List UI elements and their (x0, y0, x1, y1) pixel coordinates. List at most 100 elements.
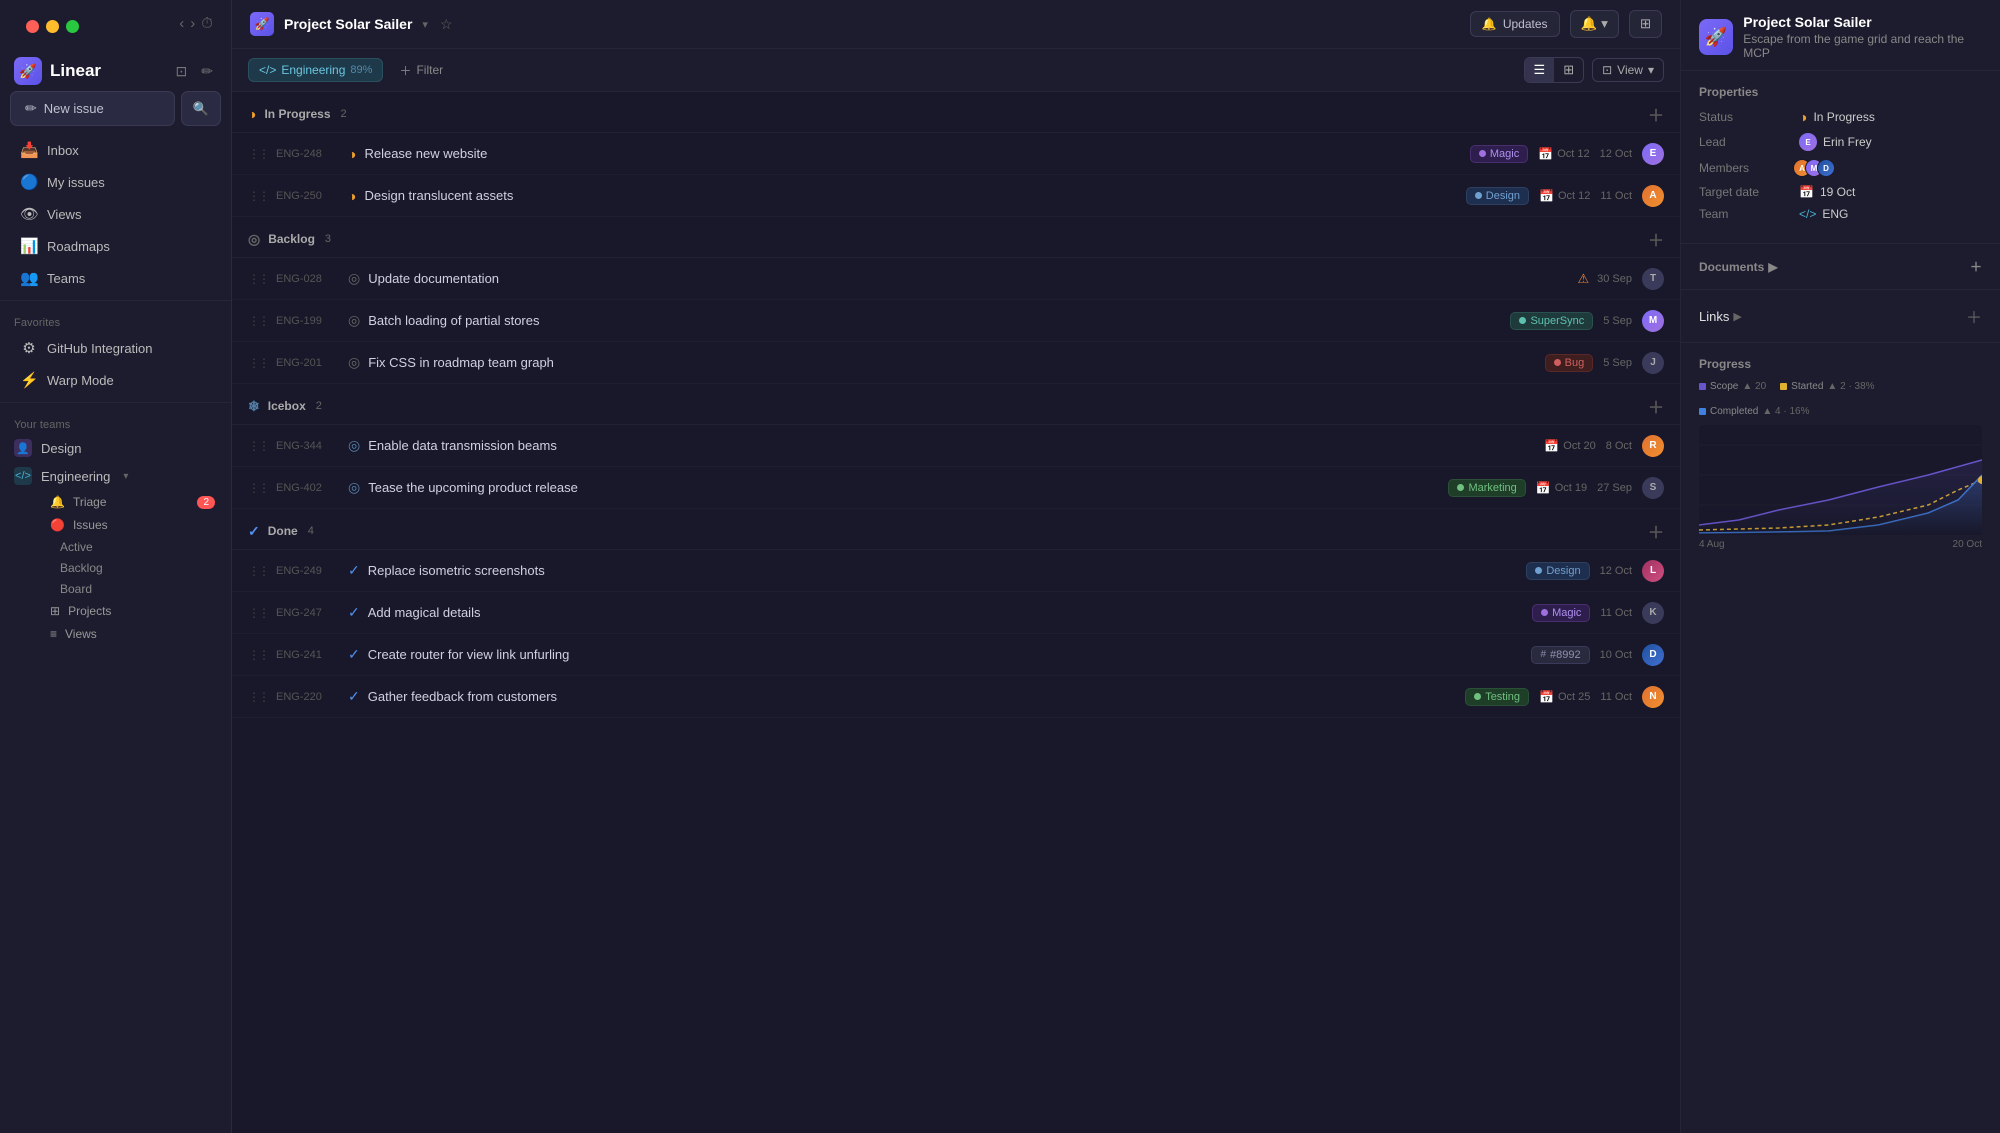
app-name-text: Linear (50, 61, 101, 81)
forward-icon[interactable]: › (190, 15, 195, 32)
sidebar-team-design[interactable]: 👤 Design (0, 434, 231, 462)
issue-row-eng201[interactable]: ⋮⋮ ENG-201 ◎ Fix CSS in roadmap team gra… (232, 342, 1680, 384)
notification-button[interactable]: 🔔 ▾ (1570, 10, 1619, 38)
tag-marketing-402: Marketing (1448, 479, 1525, 497)
views-eng-icon: ≡ (50, 627, 57, 641)
chart-end-date: 20 Oct (1953, 539, 1982, 550)
updates-button[interactable]: 🔔 Updates (1470, 11, 1560, 37)
date2-eng344: 8 Oct (1606, 440, 1632, 452)
issue-row-eng241[interactable]: ⋮⋮ ENG-241 ✓ Create router for view link… (232, 634, 1680, 676)
your-teams-label: Your teams (0, 409, 231, 434)
close-button[interactable] (26, 20, 39, 33)
sidebar-item-github[interactable]: ⚙ GitHub Integration (6, 333, 225, 363)
layout-toggle-button[interactable]: ⊞ (1629, 10, 1662, 38)
sidebar-toggle-btn[interactable]: ⊡ (172, 61, 192, 82)
issue-row-eng199[interactable]: ⋮⋮ ENG-199 ◎ Batch loading of partial st… (232, 300, 1680, 342)
legend-completed: Completed ▲ 4 · 16% (1699, 406, 1810, 417)
filter-label: Filter (416, 63, 443, 77)
add-done-button[interactable]: ＋ (1648, 519, 1664, 543)
sidebar-item-board[interactable]: Board (46, 579, 225, 599)
issue-id-eng248: ENG-248 (276, 148, 348, 160)
chart-dates: 4 Aug 20 Oct (1699, 539, 1982, 550)
sidebar-item-views-eng[interactable]: ≡ Views (40, 623, 225, 645)
project-chevron[interactable]: ▾ (422, 18, 428, 31)
avatar-eng241: D (1642, 644, 1664, 666)
sidebar-item-inbox[interactable]: 📥 Inbox (6, 135, 225, 165)
views-eng-label: Views (65, 627, 97, 641)
group-header-backlog: ◎ Backlog 3 ＋ (232, 217, 1680, 258)
issue-row-eng344[interactable]: ⋮⋮ ENG-344 ◎ Enable data transmission be… (232, 425, 1680, 467)
sidebar-item-teams[interactable]: 👥 Teams (6, 263, 225, 293)
sidebar-item-triage[interactable]: 🔔 Triage 2 (40, 491, 225, 513)
progress-section: Progress Scope ▲ 20 Started ▲ 2 · 38% Co… (1681, 343, 2000, 564)
search-button[interactable]: 🔍 (181, 91, 221, 126)
new-issue-label: New issue (44, 101, 104, 116)
sidebar-item-my-issues[interactable]: 🔵 My issues (6, 167, 225, 197)
scope-legend-sub: ▲ 20 (1742, 381, 1766, 392)
sidebar-item-backlog[interactable]: Backlog (46, 558, 225, 578)
date2-eng249: 12 Oct (1600, 565, 1632, 577)
issue-row-eng247[interactable]: ⋮⋮ ENG-247 ✓ Add magical details Magic 1… (232, 592, 1680, 634)
tag-magic-247: Magic (1532, 604, 1590, 622)
github-icon: ⚙ (20, 339, 38, 357)
issue-id-eng344: ENG-344 (276, 440, 348, 452)
engineering-filter-badge[interactable]: </> Engineering 89% (248, 58, 383, 82)
view-mode-buttons: ☰ ⊞ (1524, 57, 1585, 83)
back-icon[interactable]: ‹ (179, 15, 184, 32)
history-icon[interactable]: ⏱ (201, 15, 213, 32)
lead-prop-label: Lead (1699, 135, 1799, 149)
sidebar-item-warp[interactable]: ⚡ Warp Mode (6, 365, 225, 395)
date2-eng247: 11 Oct (1600, 607, 1632, 619)
scope-legend-dot (1699, 383, 1706, 390)
status-icon-eng247: ✓ (348, 604, 360, 621)
new-issue-button[interactable]: ✏ New issue (10, 91, 175, 126)
drag-handle: ⋮⋮ (248, 564, 268, 578)
compose-btn[interactable]: ✏ (197, 61, 217, 82)
issue-row-eng402[interactable]: ⋮⋮ ENG-402 ◎ Tease the upcoming product … (232, 467, 1680, 509)
backlog-group-label: Backlog (268, 232, 315, 246)
sidebar-item-active[interactable]: Active (46, 537, 225, 557)
drag-handle: ⋮⋮ (248, 648, 268, 662)
documents-arrow[interactable]: ▶ (1768, 260, 1777, 274)
issue-row-eng250[interactable]: ⋮⋮ ENG-250 ◑ Design translucent assets D… (232, 175, 1680, 217)
tag-supersync-199: SuperSync (1510, 312, 1593, 330)
filter-button[interactable]: ＋ Filter (391, 58, 451, 83)
sidebar-item-issues[interactable]: 🔴 Issues (40, 514, 225, 536)
add-icebox-button[interactable]: ＋ (1648, 394, 1664, 418)
fullscreen-button[interactable] (66, 20, 79, 33)
view-options-button[interactable]: ⊡ View ▾ (1592, 58, 1664, 82)
sidebar-team-engineering[interactable]: </> Engineering ▾ (0, 462, 231, 490)
date2-eng220: 11 Oct (1600, 691, 1632, 703)
main-content: 🚀 Project Solar Sailer ▾ ☆ 🔔 Updates 🔔 ▾… (232, 0, 1680, 1133)
issue-row-eng248[interactable]: ⋮⋮ ENG-248 ◑ Release new website Magic 📅… (232, 133, 1680, 175)
links-arrow[interactable]: ▶ (1733, 310, 1741, 323)
status-prop-label: Status (1699, 110, 1799, 124)
sidebar-item-roadmaps[interactable]: 📊 Roadmaps (6, 231, 225, 261)
sidebar-item-projects[interactable]: ⊞ Projects (40, 600, 225, 622)
views-label: Views (47, 207, 81, 222)
nav-arrows: ‹ › ⏱ (179, 15, 221, 32)
minimize-button[interactable] (46, 20, 59, 33)
add-inprogress-button[interactable]: ＋ (1648, 102, 1664, 126)
traffic-lights (10, 6, 95, 41)
add-document-button[interactable]: ＋ (1970, 258, 1982, 275)
engineering-team-icon: </> (14, 467, 32, 485)
issue-row-eng249[interactable]: ⋮⋮ ENG-249 ✓ Replace isometric screensho… (232, 550, 1680, 592)
grid-view-button[interactable]: ⊞ (1554, 58, 1583, 82)
star-button[interactable]: ☆ (440, 16, 453, 33)
tag-magic-248: Magic (1470, 145, 1528, 163)
issue-row-eng028[interactable]: ⋮⋮ ENG-028 ◎ Update documentation ⚠ 30 S… (232, 258, 1680, 300)
add-backlog-button[interactable]: ＋ (1648, 227, 1664, 251)
issue-id-eng199: ENG-199 (276, 315, 348, 327)
add-link-button[interactable]: ＋ (1966, 304, 1982, 328)
view-label: View (1617, 63, 1643, 77)
issue-row-eng220[interactable]: ⋮⋮ ENG-220 ✓ Gather feedback from custom… (232, 676, 1680, 718)
list-view-button[interactable]: ☰ (1525, 58, 1555, 82)
sidebar-item-views[interactable]: 👁 Views (6, 199, 225, 229)
backlog-group-icon: ◎ (248, 231, 260, 248)
sidebar: ‹ › ⏱ 🚀 Linear ⊡ ✏ ✏ New issue 🔍 📥 Inbox… (0, 0, 232, 1133)
calendar-icon: 📅 (1536, 481, 1551, 495)
drag-handle: ⋮⋮ (248, 481, 268, 495)
drag-handle: ⋮⋮ (248, 189, 268, 203)
issue-id-eng220: ENG-220 (276, 691, 348, 703)
